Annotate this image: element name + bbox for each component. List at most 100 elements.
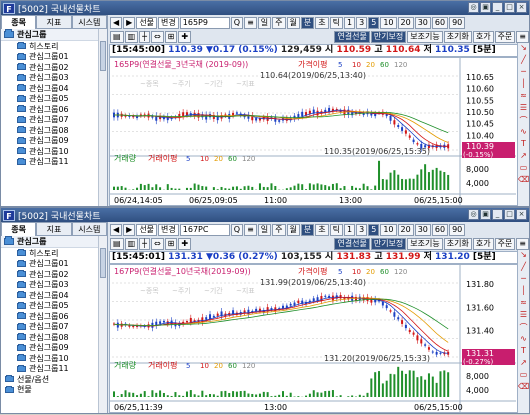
trendline-icon[interactable]: ↘ [518,43,529,55]
minimize-button[interactable]: _ [492,2,503,13]
fib-icon[interactable]: ☰ [518,103,529,115]
interval-5[interactable]: 5 [368,17,379,29]
period-second[interactable]: 초 [315,224,328,236]
tree-item[interactable]: 관심그룹06 [1,311,107,322]
interval-90[interactable]: 90 [449,17,465,29]
tree-item[interactable]: 관심그룹02 [1,62,107,73]
tree-scrollbar[interactable] [98,236,107,413]
crosshair-icon[interactable]: ✚ [178,31,191,43]
arrow-icon[interactable]: ↗ [518,358,529,370]
interval-10[interactable]: 10 [380,17,396,29]
tab-stocks[interactable]: 종목 [1,15,36,29]
scroll-icon[interactable]: ⇔ [151,238,164,250]
code-input[interactable]: 165P9 [180,17,230,29]
tree-item[interactable]: 관심그룹08 [1,332,107,343]
search-icon[interactable]: Q [231,17,243,29]
connected-futures-button[interactable]: 연결선물 [334,31,369,43]
tree-item[interactable]: 관심그룹01 [1,259,107,270]
channel-icon[interactable]: ≈ [518,298,529,310]
tree-item[interactable]: 관심그룹10 [1,353,107,364]
tab-indicators[interactable]: 지표 [36,15,71,29]
period-minute[interactable]: 분 [301,224,314,236]
interval-3[interactable]: 3 [356,224,367,236]
nav-right-button[interactable]: ▶ [123,17,135,29]
change-select[interactable]: 변경 [158,224,179,236]
tree-item[interactable]: 관심그룹02 [1,269,107,280]
maximize-button[interactable]: □ [504,209,515,220]
wave-icon[interactable]: ∿ [518,334,529,346]
period-day[interactable]: 일 [258,224,271,236]
tab-stocks[interactable]: 종목 [1,222,36,236]
interval-5[interactable]: 5 [368,224,379,236]
tree-item[interactable]: 관심그룹03 [1,73,107,84]
tree-item-futures[interactable]: 선물/옵션 [1,374,107,385]
tree-item[interactable]: 관심그룹08 [1,125,107,136]
connected-futures-button[interactable]: 연결선물 [334,238,369,250]
arc-icon[interactable]: ⌒ [518,322,529,334]
price-chart[interactable]: 165P9(연결선물_3년국채 (2019-09))가격이평5102060120… [109,57,529,206]
text-icon[interactable]: T [518,346,529,358]
erase-icon[interactable]: ⌫ [518,382,529,394]
group-header[interactable]: 관심그룹 [1,236,107,248]
interval-3[interactable]: 3 [356,17,367,29]
cross-icon[interactable]: ┼ [139,31,150,43]
crosshair-icon[interactable]: ✚ [178,238,191,250]
interval-10[interactable]: 10 [380,224,396,236]
vline-icon[interactable]: │ [518,286,529,298]
erase-icon[interactable]: ⌫ [518,175,529,187]
price-chart[interactable]: 167P9(연결선물_10년국채(2019-09))가격이평5102060120… [109,264,529,413]
tree-item-spot[interactable]: 현물 [1,385,107,396]
aux-button[interactable]: 보조기능 [407,31,442,43]
hline-icon[interactable]: ─ [518,67,529,79]
period-tick[interactable]: 틱 [330,17,343,29]
market-select[interactable]: 선물 [136,17,157,29]
wave-icon[interactable]: ∿ [518,127,529,139]
tree-item[interactable]: 관심그룹09 [1,343,107,354]
search-icon[interactable]: Q [231,224,243,236]
interval-30[interactable]: 30 [415,17,431,29]
line-icon[interactable]: ╱ [518,262,529,274]
pin-icon[interactable]: ▣ [480,209,491,220]
tree-item[interactable]: 관심그룹01 [1,52,107,63]
tree-item[interactable]: 관심그룹11 [1,364,107,375]
period-tick[interactable]: 틱 [330,224,343,236]
arc-icon[interactable]: ⌒ [518,115,529,127]
tree-item[interactable]: 관심그룹06 [1,104,107,115]
zoom-icon[interactable]: ⊞ [165,238,178,250]
close-button[interactable]: × [516,209,527,220]
order-button[interactable]: 주문 [495,31,516,43]
channel-icon[interactable]: ≈ [518,91,529,103]
interval-20[interactable]: 20 [398,17,414,29]
expiry-adjust-button[interactable]: 만기보정 [371,31,406,43]
interval-60[interactable]: 60 [432,224,448,236]
tree-item[interactable]: 관심그룹07 [1,322,107,333]
tree-item[interactable]: 관심그룹04 [1,290,107,301]
expiry-adjust-button[interactable]: 만기보정 [371,238,406,250]
scroll-thumb[interactable] [100,41,106,71]
scroll-thumb[interactable] [100,248,106,278]
scroll-icon[interactable]: ⇔ [151,31,164,43]
menu-icon[interactable]: ≡ [516,31,529,43]
tree-item[interactable]: 관심그룹09 [1,136,107,147]
chart-canvas[interactable]: 167P9(연결선물_10년국채(2019-09))가격이평5102060120… [110,265,516,412]
period-month[interactable]: 월 [287,17,300,29]
interval-90[interactable]: 90 [449,224,465,236]
quote-button[interactable]: 호가 [473,238,494,250]
tree-scrollbar[interactable] [98,29,107,206]
tree-item[interactable]: 히스토리 [1,248,107,259]
close-button[interactable]: × [516,2,527,13]
interval-1[interactable]: 1 [344,224,355,236]
market-select[interactable]: 선물 [136,224,157,236]
interval-30[interactable]: 30 [415,224,431,236]
change-select[interactable]: 변경 [158,17,179,29]
interval-1[interactable]: 1 [344,17,355,29]
period-month[interactable]: 월 [287,224,300,236]
bar-icon[interactable]: ▥ [125,238,139,250]
nav-right-button[interactable]: ▶ [123,224,135,236]
nav-left-button[interactable]: ◀ [110,17,122,29]
group-header[interactable]: 관심그룹 [1,29,107,41]
tree-item[interactable]: 관심그룹11 [1,157,107,168]
tree-item[interactable]: 히스토리 [1,41,107,52]
chart-canvas[interactable]: 165P9(연결선물_3년국채 (2019-09))가격이평5102060120… [110,58,516,205]
line-icon[interactable]: ╱ [518,55,529,67]
